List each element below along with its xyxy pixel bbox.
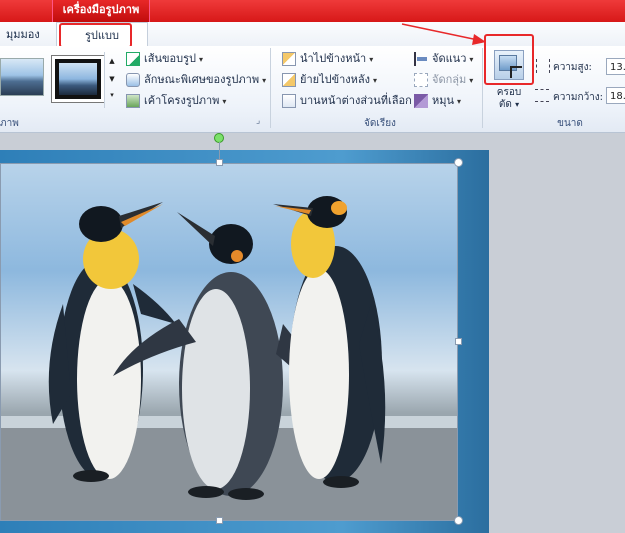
send-backward-icon [282,73,296,87]
chevron-down-icon: ▾ [469,76,474,85]
group-separator [270,48,271,128]
crop-highlight [484,34,534,85]
chevron-down-icon: ▾ [369,55,374,64]
group-button[interactable]: จัดกลุ่ม ▾ [414,71,473,89]
bring-forward-label: นำไปข้างหน้า [300,52,367,65]
chevron-down-icon: ▾ [222,97,227,106]
arrange-group-label: จัดเรียง [364,118,396,129]
rotate-handle-line [219,142,220,160]
chevron-down-icon: ▾ [457,97,462,106]
picture-border-label: เส้นขอบรูป [144,52,196,65]
picture-layout-label: เค้าโครงรูปภาพ [144,94,220,107]
selection-pane-label: บานหน้าต่างส่วนที่เลือก [300,94,412,107]
annotation-arrow [401,23,486,45]
arrow-line [401,23,479,41]
size-group-label: ขนาด [557,118,583,129]
picture-style-thumbnail[interactable] [0,58,44,96]
picture-effects-label: ลักษณะพิเศษของรูปภาพ [144,73,260,86]
group-icon [414,73,428,87]
rotate-button[interactable]: หมุน ▾ [414,92,461,110]
selection-pane-icon [282,94,296,108]
picture-tools-context-label: เครื่องมือรูปภาพ [52,0,150,22]
width-icon [535,89,549,102]
selected-picture[interactable] [0,163,458,521]
height-field[interactable]: 13. [606,58,625,75]
picture-effects-button[interactable]: ลักษณะพิเศษของรูปภาพ ▾ [126,71,266,89]
gallery-more-icon[interactable]: ▾ [105,88,119,102]
bring-forward-icon [282,52,296,66]
picture-layout-button[interactable]: เค้าโครงรูปภาพ ▾ [126,92,226,110]
picture-styles-group-label: ภาพ [0,118,19,129]
format-tab-highlight [59,23,132,48]
scroll-down-icon[interactable]: ▼ [105,70,119,88]
pencil-icon [126,52,140,66]
effects-icon [126,73,140,87]
send-backward-button[interactable]: ย้ายไปข้างหลัง ▾ [282,71,377,89]
picture-border-button[interactable]: เส้นขอบรูป ▾ [126,50,203,68]
align-label: จัดแนว [432,52,467,65]
resize-handle-bottom[interactable] [216,517,223,524]
align-button[interactable]: จัดแนว ▾ [414,50,473,68]
group-label: จัดกลุ่ม [432,73,467,86]
rotate-label: หมุน [432,94,455,107]
rotate-icon [414,94,428,108]
selection-pane-button[interactable]: บานหน้าต่างส่วนที่เลือก [282,92,412,110]
width-field[interactable]: 18. [606,87,625,104]
layout-icon [126,94,140,108]
width-label: ความกว้าง: [553,92,604,103]
arrow-head [472,34,486,45]
picture-style-thumbnail-selected[interactable] [52,56,104,102]
scroll-up-icon[interactable]: ▲ [105,52,119,70]
styles-gallery-scroll[interactable]: ▲ ▼ ▾ [104,52,119,108]
crop-label-text: ตัด [498,99,512,110]
chevron-down-icon: ▾ [199,55,204,64]
resize-handle-bottom-right[interactable] [454,516,463,525]
resize-handle-top-right[interactable] [454,158,463,167]
chevron-down-icon: ▾ [373,76,378,85]
thumbnail-image [59,63,97,95]
chevron-down-icon: ▾ [515,100,520,109]
send-backward-label: ย้ายไปข้างหลัง [300,73,371,86]
resize-handle-right[interactable] [455,338,462,345]
dialog-launcher-icon[interactable]: ⌟ [256,116,260,126]
height-label: ความสูง: [553,62,592,73]
chevron-down-icon: ▾ [469,55,474,64]
tab-view[interactable]: มุมมอง [0,25,46,45]
penguins-image [1,196,457,520]
chevron-down-icon: ▾ [262,76,267,85]
crop-label-line2[interactable]: ตัด ▾ [486,97,532,112]
align-icon [414,52,428,66]
group-separator [482,48,483,128]
bring-forward-button[interactable]: นำไปข้างหน้า ▾ [282,50,373,68]
resize-handle-top[interactable] [216,159,223,166]
height-icon [536,59,550,73]
